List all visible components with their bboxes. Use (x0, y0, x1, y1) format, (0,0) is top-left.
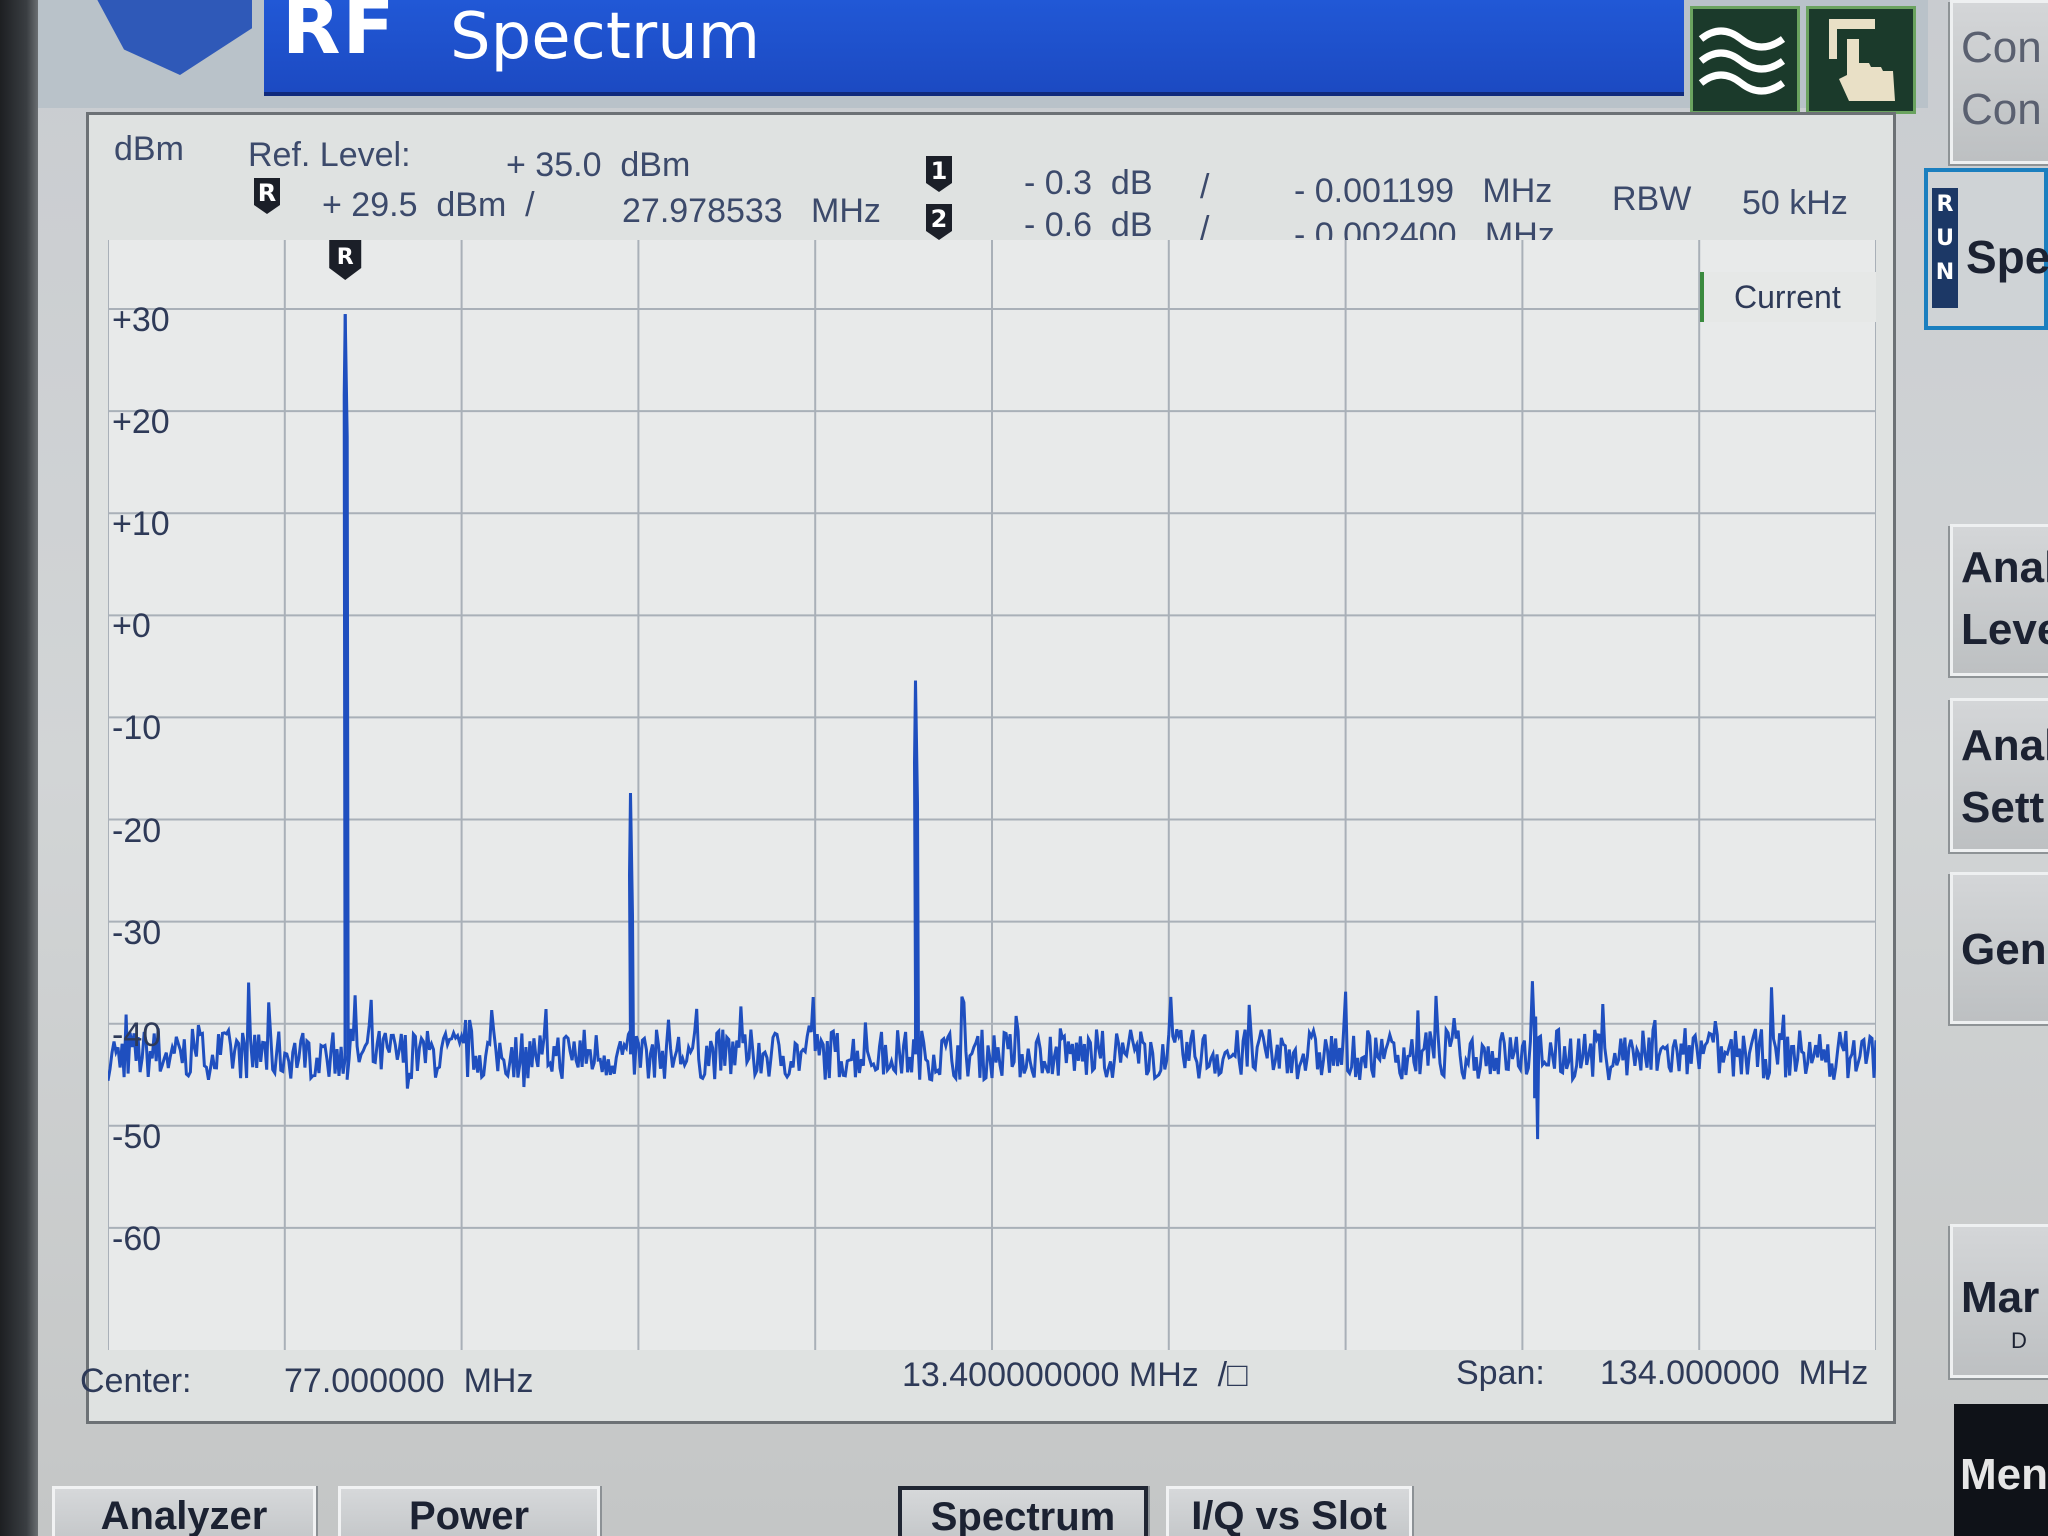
softkey-analyzer-settings[interactable]: Anal Sett (1950, 698, 2048, 852)
ref-marker-flag-label: R (337, 245, 354, 270)
y-tick-label: -20 (112, 811, 162, 850)
ref-level-value: + 35.0 dBm (506, 146, 691, 184)
softkey-analyzer-settings-line1: Anal (1961, 721, 2048, 770)
softkey-marker-sublabel: D (2011, 1328, 2027, 1353)
tab-power[interactable]: Power (338, 1486, 600, 1536)
center-label: Center: (80, 1362, 192, 1400)
y-tick-label: -50 (112, 1117, 162, 1156)
span-value: 134.000000 MHz (1600, 1354, 1869, 1392)
title-prefix: RF (282, 0, 397, 71)
ref-marker-frequency: 27.978533 MHz (622, 192, 881, 230)
menu-button[interactable]: Men (1954, 1404, 2048, 1536)
softkey-run-label: Spec (1966, 231, 2048, 283)
ref-level-label: Ref. Level: (248, 136, 411, 174)
softkey-con-line1: Con (1961, 23, 2042, 72)
hand-pointer-icon[interactable] (1806, 6, 1916, 114)
tab-iq-vs-slot[interactable]: I/Q vs Slot (1166, 1486, 1412, 1536)
softkey-general-label: Gene (1961, 925, 2048, 974)
y-tick-label: +20 (112, 403, 170, 442)
rbw-label: RBW (1612, 180, 1692, 218)
softkey-marker-label: Mar (1961, 1273, 2040, 1322)
tab-analyzer[interactable]: Analyzer (52, 1486, 316, 1536)
softkey-analyzer-level-line2: Leve (1961, 605, 2048, 654)
y-tick-label: -10 (112, 709, 162, 748)
softkey-analyzer-level[interactable]: Anal Leve (1950, 524, 2048, 676)
screen-bezel (0, 0, 38, 1536)
frequency-per-division: 13.400000000 MHz /□ (902, 1356, 1248, 1394)
marker-1-separator: / (1200, 168, 1210, 206)
span-label: Span: (1456, 1354, 1545, 1392)
y-tick-label: +0 (112, 607, 151, 646)
softkey-general[interactable]: Gene (1950, 872, 2048, 1024)
center-value: 77.000000 MHz (284, 1362, 534, 1400)
softkey-marker[interactable]: Mar D (1950, 1224, 2048, 1378)
y-tick-label: -60 (112, 1219, 162, 1258)
unit-label: dBm (114, 130, 184, 168)
y-tick-label: +30 (112, 301, 170, 340)
run-indicator: RUN (1932, 188, 1958, 308)
marker-1-level: - 0.3 dB (1024, 164, 1153, 202)
ref-marker-level: + 29.5 dBm / (322, 186, 535, 224)
softkey-con-line2: Con (1961, 85, 2042, 134)
rbw-value: 50 kHz (1742, 184, 1848, 222)
tab-spectrum[interactable]: Spectrum (898, 1486, 1148, 1536)
y-tick-label: +10 (112, 505, 170, 544)
softkey-analyzer-level-line1: Anal (1961, 543, 2048, 592)
marker-1-frequency: - 0.001199 MHz (1294, 172, 1553, 210)
instrument-screen: RF Spectrum dBm Ref. Level: + 35.0 dBm R… (0, 0, 2048, 1536)
softkey-con[interactable]: Con Con (1950, 0, 2048, 164)
y-tick-label: -40 (112, 1015, 162, 1054)
y-tick-label: -30 (112, 913, 162, 952)
softkey-analyzer-settings-line2: Sett (1961, 783, 2045, 832)
spectrum-plot[interactable]: R (108, 240, 1876, 1350)
page-title: Spectrum (450, 0, 761, 74)
wave-icon[interactable] (1690, 6, 1800, 114)
trace-status-badge: Current (1700, 272, 1876, 322)
